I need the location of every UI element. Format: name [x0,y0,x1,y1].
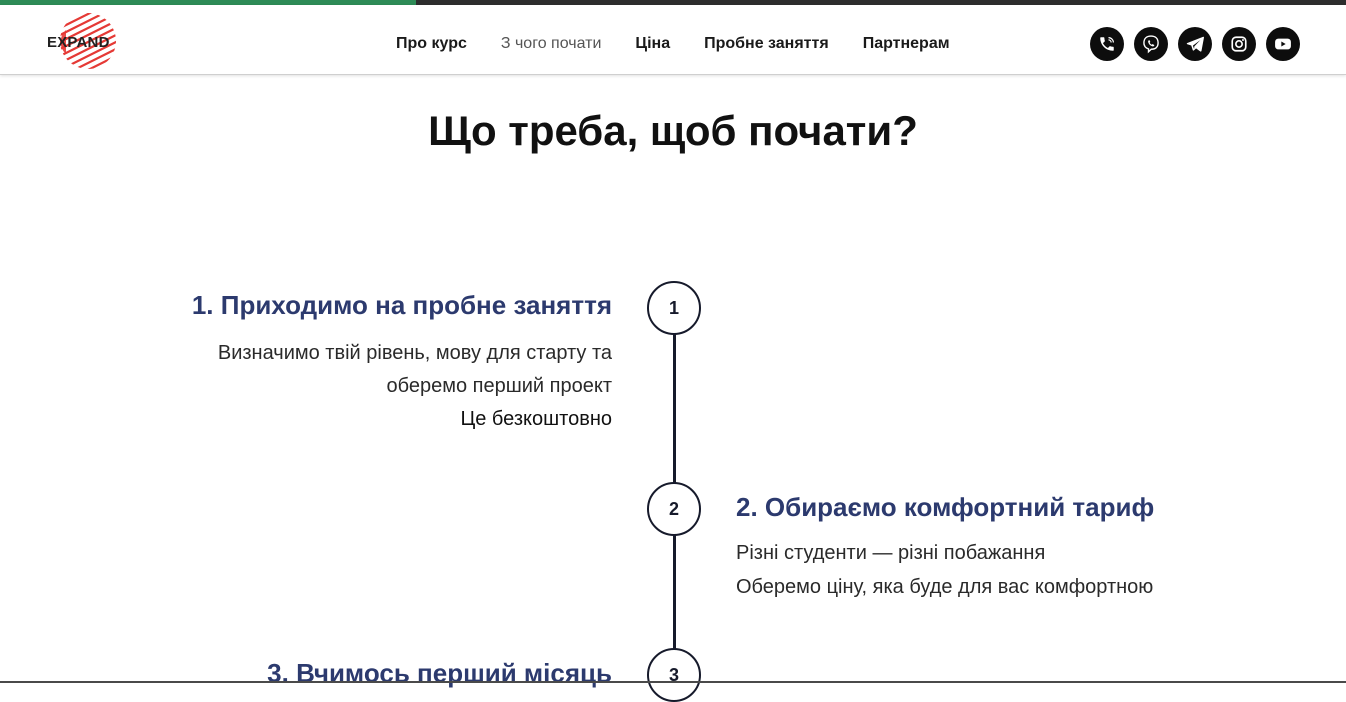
phone-icon [1100,37,1114,51]
expand-logo[interactable]: EXPAND [44,12,122,70]
step-2-title: 2. Обираємо комфортний тариф [736,492,1155,522]
nav-partners[interactable]: Партнерам [863,32,950,56]
page-title: Що треба, щоб почати? [428,107,918,154]
step-1-free-note: Це безкоштовно [460,408,612,430]
phone-button[interactable] [1090,27,1124,61]
step-1-circle: 1 [647,281,701,335]
step-2-text-line-1: Різні студенти — різні побажання [736,542,1046,564]
nav-about-course[interactable]: Про курс [396,32,467,56]
nav-trial-lesson[interactable]: Пробне заняття [704,32,829,56]
telegram-icon [1186,36,1204,52]
telegram-button[interactable] [1178,27,1212,61]
viber-icon [1143,35,1159,54]
step-3-circle: 3 [647,648,701,702]
viber-button[interactable] [1134,27,1168,61]
instagram-button[interactable] [1222,27,1256,61]
youtube-icon [1275,38,1291,50]
step-2-circle: 2 [647,482,701,536]
step-2-text-line-2: Оберемо ціну, яка буде для вас комфортно… [736,576,1154,598]
step-1-title: 1. Приходимо на пробне заняття [191,290,612,320]
logo-text: EXPAND [47,34,110,51]
step-1-text-line-1: Визначимо твій рівень, мову для старту т… [217,342,612,364]
step-1-text-line-2: оберемо перший проект [386,375,612,397]
social-links [1090,27,1300,61]
instagram-icon [1231,36,1247,52]
main-nav: Про курс З чого почати Ціна Пробне занят… [396,32,950,56]
nav-where-to-start[interactable]: З чого почати [501,32,602,56]
site-header: EXPAND Про курс З чого почати Ціна Пробн… [0,5,1346,75]
nav-price[interactable]: Ціна [635,32,670,56]
youtube-button[interactable] [1266,27,1300,61]
step-3-title: 3. Вчимось перший місяць [267,658,612,688]
